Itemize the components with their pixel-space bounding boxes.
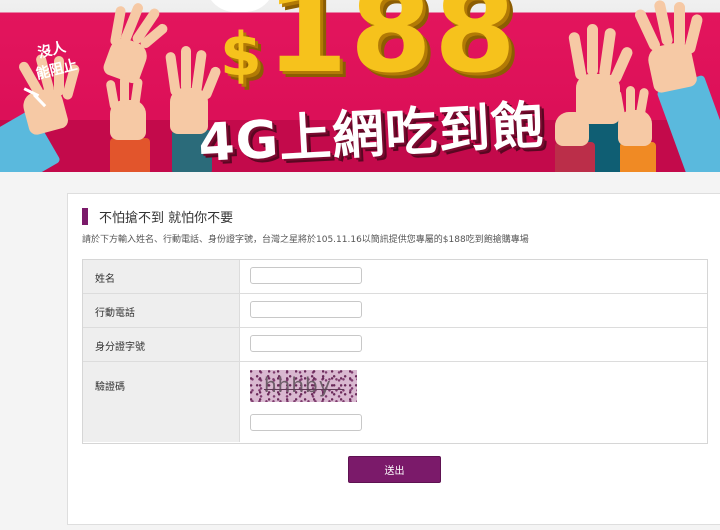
captcha-input[interactable] (250, 414, 362, 431)
form-row-captcha: 驗證碼 hhhby (83, 362, 707, 442)
label-cell (83, 362, 240, 442)
phone-label: 行動電話 (95, 308, 135, 319)
section-title-text: 不怕搶不到 就怕你不要 (99, 210, 234, 226)
promo-price: $ 188 (220, 0, 518, 90)
signup-card: 不怕搶不到 就怕你不要 請於下方輸入姓名、行動電話、身份證字號，台灣之星將於10… (67, 193, 720, 525)
promo-banner: 沒人 能阻止 $ 188 4G上網吃到飽 (0, 0, 720, 172)
raised-hand-icon (545, 100, 605, 172)
name-label: 姓名 (95, 274, 115, 285)
raised-hand-icon (600, 86, 670, 172)
form-row-phone: 行動電話 (83, 294, 707, 328)
id-number-input[interactable] (250, 335, 362, 352)
signup-form: 姓名 行動電話 身分證字號 驗證碼 hhhby (82, 259, 708, 444)
intro-text: 請於下方輸入姓名、行動電話、身份證字號，台灣之星將於105.11.16以簡訊提供… (82, 235, 529, 245)
name-input[interactable] (250, 267, 362, 284)
price-symbol: $ (220, 20, 262, 90)
captcha-image-text: hhhby (264, 373, 332, 397)
form-row-id: 身分證字號 (83, 328, 707, 362)
captcha-image: hhhby (250, 370, 357, 402)
section-title: 不怕搶不到 就怕你不要 (82, 207, 234, 226)
id-number-label: 身分證字號 (95, 342, 145, 353)
price-amount: 188 (265, 0, 519, 99)
captcha-label: 驗證碼 (95, 382, 125, 393)
title-accent-bar (82, 207, 88, 225)
form-row-name: 姓名 (83, 260, 707, 294)
promo-headline: 4G上網吃到飽 (196, 95, 546, 172)
phone-input[interactable] (250, 301, 362, 318)
captcha-noise-line (264, 389, 344, 390)
submit-button[interactable]: 送出 (348, 456, 441, 483)
